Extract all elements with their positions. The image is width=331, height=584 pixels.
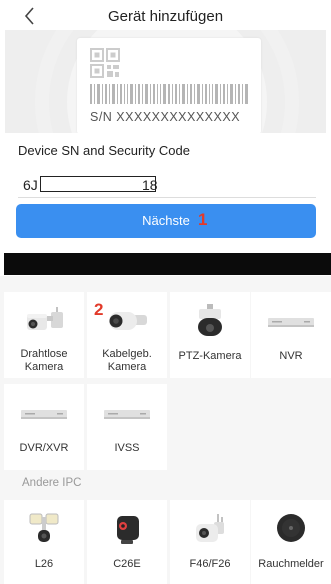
- device-label-card: S/N XXXXXXXXXXXXXX: [77, 38, 261, 133]
- spotlight-camera-icon: [196, 514, 224, 542]
- annotation-marker-1: 1: [198, 210, 208, 229]
- wireless-camera-icon: [27, 307, 63, 330]
- device-label: IVSS: [114, 442, 140, 454]
- wired-camera-icon: [109, 312, 147, 330]
- smoke-detector-icon: [277, 514, 305, 542]
- redaction-bar: [4, 253, 331, 275]
- device-tile-ivss[interactable]: IVSS: [87, 384, 167, 470]
- device-tile-l26[interactable]: L26: [4, 500, 84, 584]
- qr-code-icon: [90, 48, 120, 78]
- device-label: C26E: [113, 558, 141, 570]
- device-label: Drahtlose Kamera: [20, 348, 68, 373]
- cube-camera-icon: [117, 516, 139, 544]
- sn-illustration: S/N XXXXXXXXXXXXXX: [5, 30, 326, 133]
- device-tile-smoke-detector[interactable]: Rauchmelder: [251, 500, 331, 584]
- device-tile-ptz-camera[interactable]: PTZ-Kamera: [170, 292, 250, 378]
- device-label: PTZ-Kamera: [178, 350, 242, 362]
- device-tile-f46-f26[interactable]: F46/F26: [170, 500, 250, 584]
- add-device-screen: Gerät hinzufügen S/N XXXXXXXXXXXXXX Devi…: [0, 0, 331, 584]
- device-label: Rauchmelder: [258, 558, 324, 570]
- device-tile-dvr[interactable]: DVR/XVR: [4, 384, 84, 470]
- device-label: L26: [34, 558, 54, 570]
- sn-input[interactable]: 6J 18: [18, 175, 318, 195]
- sn-prefix: 6J: [23, 177, 38, 193]
- header: Gerät hinzufügen: [0, 0, 331, 32]
- sn-suffix: 18: [142, 177, 158, 193]
- sn-redaction-box: [40, 176, 156, 192]
- device-tile-wireless-camera[interactable]: Drahtlose Kamera: [4, 292, 84, 378]
- annotation-marker-2: 2: [94, 300, 104, 319]
- device-label: Kabelgeb. Kamera: [102, 348, 152, 373]
- device-label: F46/F26: [189, 558, 231, 570]
- page-title: Gerät hinzufügen: [107, 8, 224, 25]
- floodlight-camera-icon: [29, 513, 59, 542]
- nvr-icon: [268, 318, 314, 327]
- dvr-icon: [21, 410, 67, 419]
- ptz-camera-icon: [198, 304, 222, 336]
- sn-field-label: Device SN and Security Code: [18, 143, 190, 158]
- sn-example-text: S/N XXXXXXXXXXXXXX: [90, 110, 241, 124]
- device-label: NVR: [279, 350, 303, 362]
- device-tile-c26e[interactable]: C26E: [87, 500, 167, 584]
- section-other-ipc: Andere IPC: [22, 477, 82, 489]
- device-tile-nvr[interactable]: NVR: [251, 292, 331, 378]
- device-label: DVR/XVR: [19, 442, 69, 454]
- next-button[interactable]: Nächste: [16, 204, 316, 238]
- ivss-icon: [104, 410, 150, 419]
- barcode-icon: [90, 84, 248, 104]
- input-underline: [18, 197, 316, 198]
